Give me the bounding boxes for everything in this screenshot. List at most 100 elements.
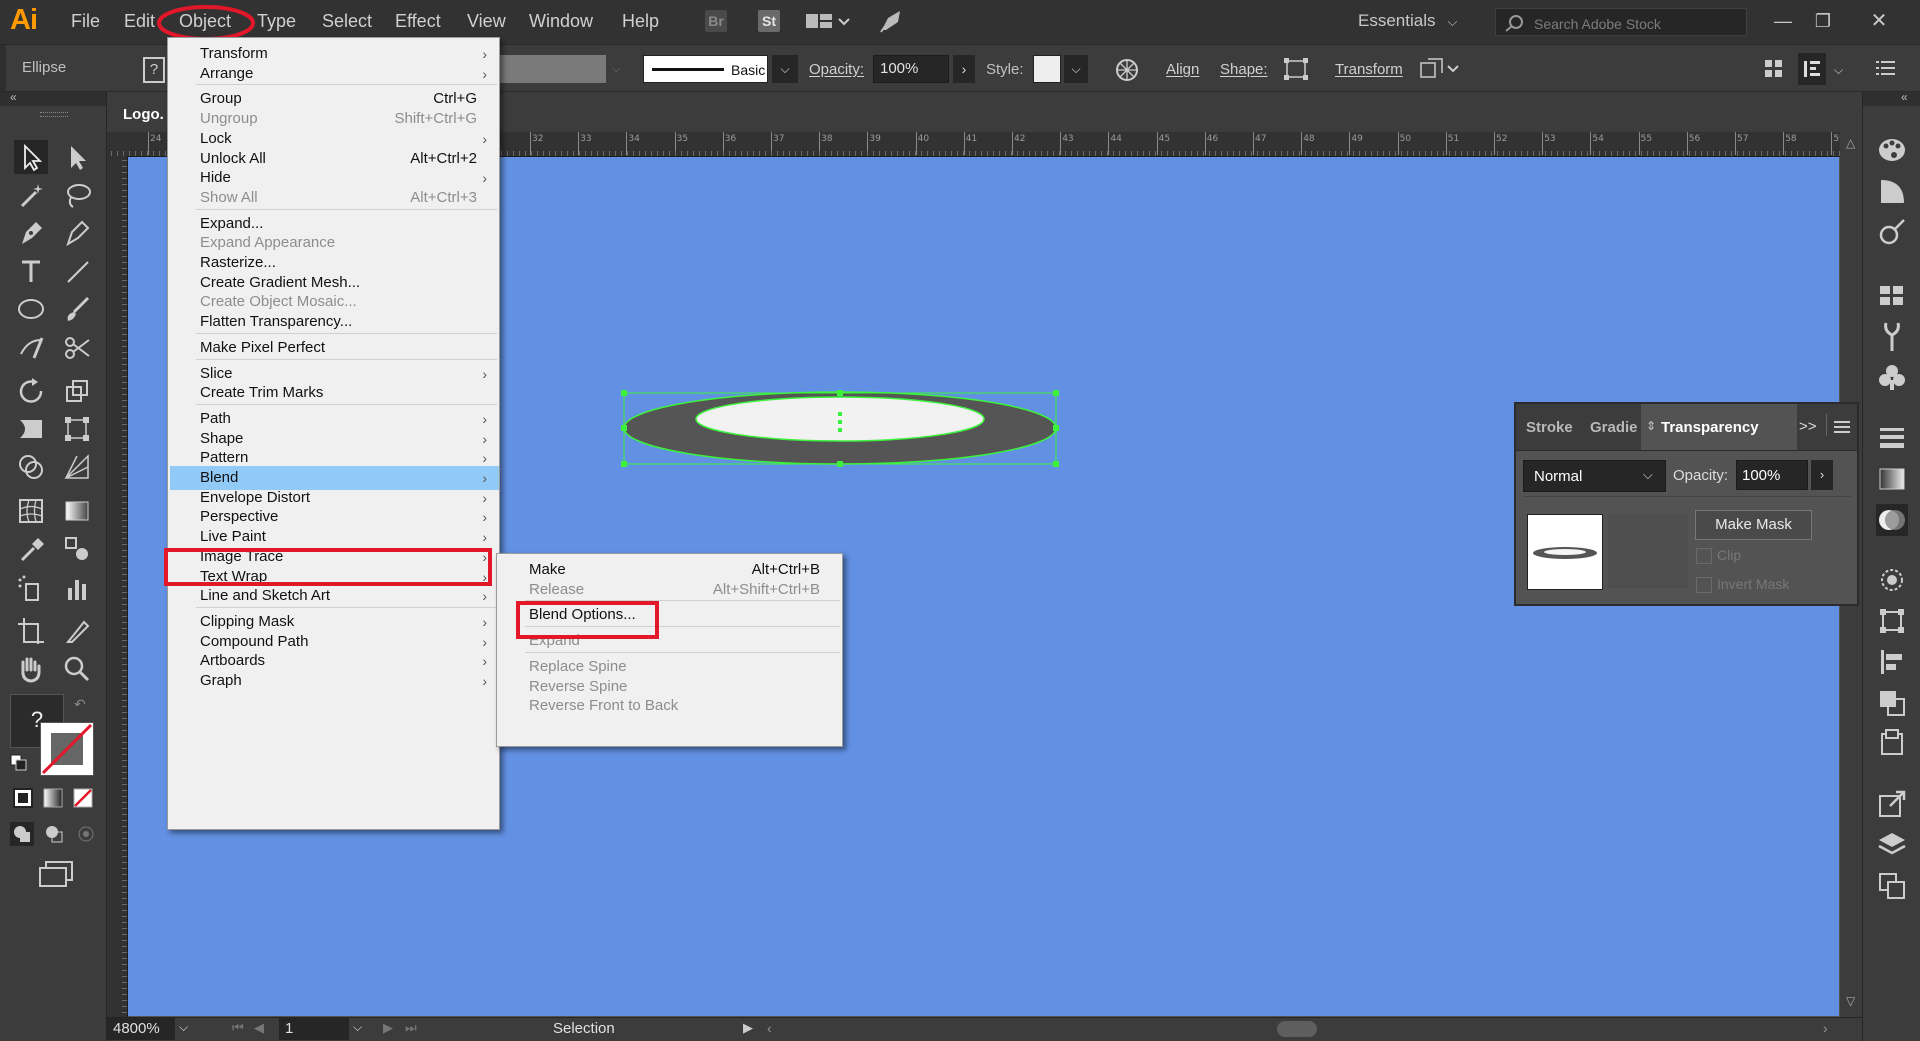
pen-tool-icon[interactable]	[14, 216, 48, 250]
color-panel-icon[interactable]	[1876, 134, 1908, 166]
menu-type[interactable]: Type	[257, 11, 296, 32]
horizontal-scroll-thumb[interactable]	[1277, 1021, 1317, 1037]
pathfinder-icon[interactable]	[1876, 687, 1908, 719]
status-menu-icon[interactable]: ▶	[743, 1020, 753, 1036]
align-label[interactable]: Align	[1166, 61, 1199, 78]
make-mask-button[interactable]: Make Mask	[1695, 510, 1812, 540]
opacity-label[interactable]: Opacity:	[809, 61, 864, 78]
line-segment-tool-icon[interactable]	[60, 254, 94, 288]
gpu-performance-icon[interactable]	[878, 8, 906, 34]
chevron-right-icon[interactable]: ›	[953, 55, 975, 83]
close-button[interactable]: ✕	[1859, 6, 1899, 36]
stock-icon[interactable]: St	[758, 10, 780, 32]
bridge-icon[interactable]: Br	[705, 10, 727, 32]
graphic-style-swatch[interactable]	[1033, 55, 1061, 83]
eyedropper-tool-icon[interactable]	[14, 532, 48, 566]
panel-menu-icon[interactable]	[1876, 59, 1896, 77]
swap-fill-stroke-icon[interactable]: ↶	[74, 696, 86, 713]
scale-tool-icon[interactable]	[60, 374, 94, 408]
recolor-artwork-icon[interactable]	[1114, 57, 1140, 83]
more-tabs-icon[interactable]: >>	[1799, 418, 1817, 435]
paintbrush-tool-icon[interactable]	[60, 292, 94, 326]
stroke-profile-field[interactable]: Basic	[643, 55, 768, 83]
zoom-tool-icon[interactable]	[60, 652, 94, 686]
isolate-mode-icon[interactable]	[1798, 53, 1826, 85]
menu-item-line-and-sketch-art[interactable]: Line and Sketch Art ›	[170, 584, 499, 608]
first-artboard-icon[interactable]: ⏮	[232, 1020, 244, 1036]
lasso-tool-icon[interactable]	[60, 178, 94, 212]
default-colors-icon[interactable]	[10, 754, 28, 772]
magic-wand-tool-icon[interactable]	[14, 178, 48, 212]
stroke-swatch[interactable]	[40, 722, 94, 776]
recolor-icon[interactable]	[1876, 216, 1908, 248]
gradient-mode-icon[interactable]	[42, 787, 64, 809]
scroll-left-icon[interactable]: ‹	[767, 1020, 772, 1036]
search-input[interactable]	[1532, 13, 1746, 35]
curvature-tool-icon[interactable]	[60, 216, 94, 250]
artwork-thumbnail[interactable]	[1527, 514, 1603, 590]
next-artboard-icon[interactable]: ▶	[383, 1020, 393, 1036]
menu-view[interactable]: View	[467, 11, 506, 32]
scroll-right-icon[interactable]: ›	[1823, 1020, 1828, 1036]
color-guide-icon[interactable]	[1876, 175, 1908, 207]
shape-builder-tool-icon[interactable]	[14, 450, 48, 484]
brushes-icon[interactable]	[1876, 321, 1908, 353]
mesh-tool-icon[interactable]	[14, 494, 48, 528]
menu-item-release[interactable]: Release Alt+Shift+Ctrl+B	[499, 578, 842, 602]
gradient-tool-icon[interactable]	[60, 494, 94, 528]
chevron-down-icon[interactable]: ⌵	[353, 1020, 362, 1035]
gradient-panel-icon[interactable]	[1876, 463, 1908, 495]
blend-tool-icon[interactable]	[60, 532, 94, 566]
chevron-down-icon[interactable]: ⌵	[179, 1020, 188, 1035]
align-panel-icon[interactable]	[1876, 646, 1908, 678]
menu-item-reverse-front-to-back[interactable]: Reverse Front to Back	[499, 694, 842, 718]
fill-unknown-swatch[interactable]: ?	[143, 57, 165, 83]
shaper-tool-icon[interactable]	[14, 330, 48, 364]
puppet-warp-icon[interactable]	[1418, 57, 1460, 81]
shape-label[interactable]: Shape:	[1220, 61, 1268, 78]
document-tab[interactable]: Logo.	[123, 106, 164, 123]
transform-label[interactable]: Transform	[1335, 61, 1403, 78]
tab-gradient[interactable]: Gradie	[1590, 419, 1638, 436]
type-tool-icon[interactable]	[14, 254, 48, 288]
shape-properties-icon[interactable]	[1283, 57, 1309, 81]
arrange-documents-icon[interactable]	[806, 12, 850, 32]
menu-edit[interactable]: Edit	[124, 11, 155, 32]
inner-ellipse[interactable]	[695, 396, 985, 442]
color-mode-icon[interactable]	[12, 787, 34, 809]
stroke-weight-field[interactable]	[498, 55, 606, 83]
rotate-tool-icon[interactable]	[14, 374, 48, 408]
draw-behind-icon[interactable]	[42, 822, 66, 846]
chevron-down-icon[interactable]: ⌵	[1064, 55, 1088, 83]
links-icon[interactable]	[1876, 870, 1908, 902]
selection-tool-icon[interactable]	[14, 140, 48, 174]
stock-search[interactable]	[1495, 8, 1747, 36]
last-artboard-icon[interactable]: ⏭	[405, 1020, 417, 1036]
hand-tool-icon[interactable]	[14, 652, 48, 686]
menu-item-create-trim-marks[interactable]: Create Trim Marks	[170, 381, 499, 405]
free-transform-tool-icon[interactable]	[60, 412, 94, 446]
menu-item-make-pixel-perfect[interactable]: Make Pixel Perfect	[170, 336, 499, 360]
menu-item-graph[interactable]: Graph ›	[170, 669, 499, 693]
restore-button[interactable]: ❐	[1803, 6, 1843, 36]
expand-icon[interactable]: «	[1901, 90, 1908, 104]
appearance-icon[interactable]	[1876, 564, 1908, 596]
symbols-icon[interactable]	[1876, 362, 1908, 394]
transparency-panel-icon[interactable]	[1876, 504, 1908, 536]
column-graph-tool-icon[interactable]	[60, 572, 94, 606]
screen-mode-icon[interactable]	[36, 860, 76, 888]
minimize-button[interactable]: —	[1763, 6, 1803, 36]
export-icon[interactable]	[1876, 788, 1908, 820]
artboard-tool-icon[interactable]	[14, 614, 48, 648]
opacity-field[interactable]: 100%	[873, 55, 949, 83]
symbol-sprayer-tool-icon[interactable]	[14, 572, 48, 606]
chevron-down-icon[interactable]: ⌵	[1834, 63, 1843, 78]
width-tool-icon[interactable]	[14, 412, 48, 446]
chevron-right-icon[interactable]: ›	[1811, 460, 1833, 490]
perspective-grid-tool-icon[interactable]	[60, 450, 94, 484]
direct-selection-tool-icon[interactable]	[60, 140, 94, 174]
menu-item-show-all[interactable]: Show All Alt+Ctrl+3	[170, 186, 499, 210]
menu-select[interactable]: Select	[322, 11, 372, 32]
previous-artboard-icon[interactable]: ◀	[254, 1020, 264, 1036]
artboards-panel-icon[interactable]	[1876, 728, 1908, 760]
